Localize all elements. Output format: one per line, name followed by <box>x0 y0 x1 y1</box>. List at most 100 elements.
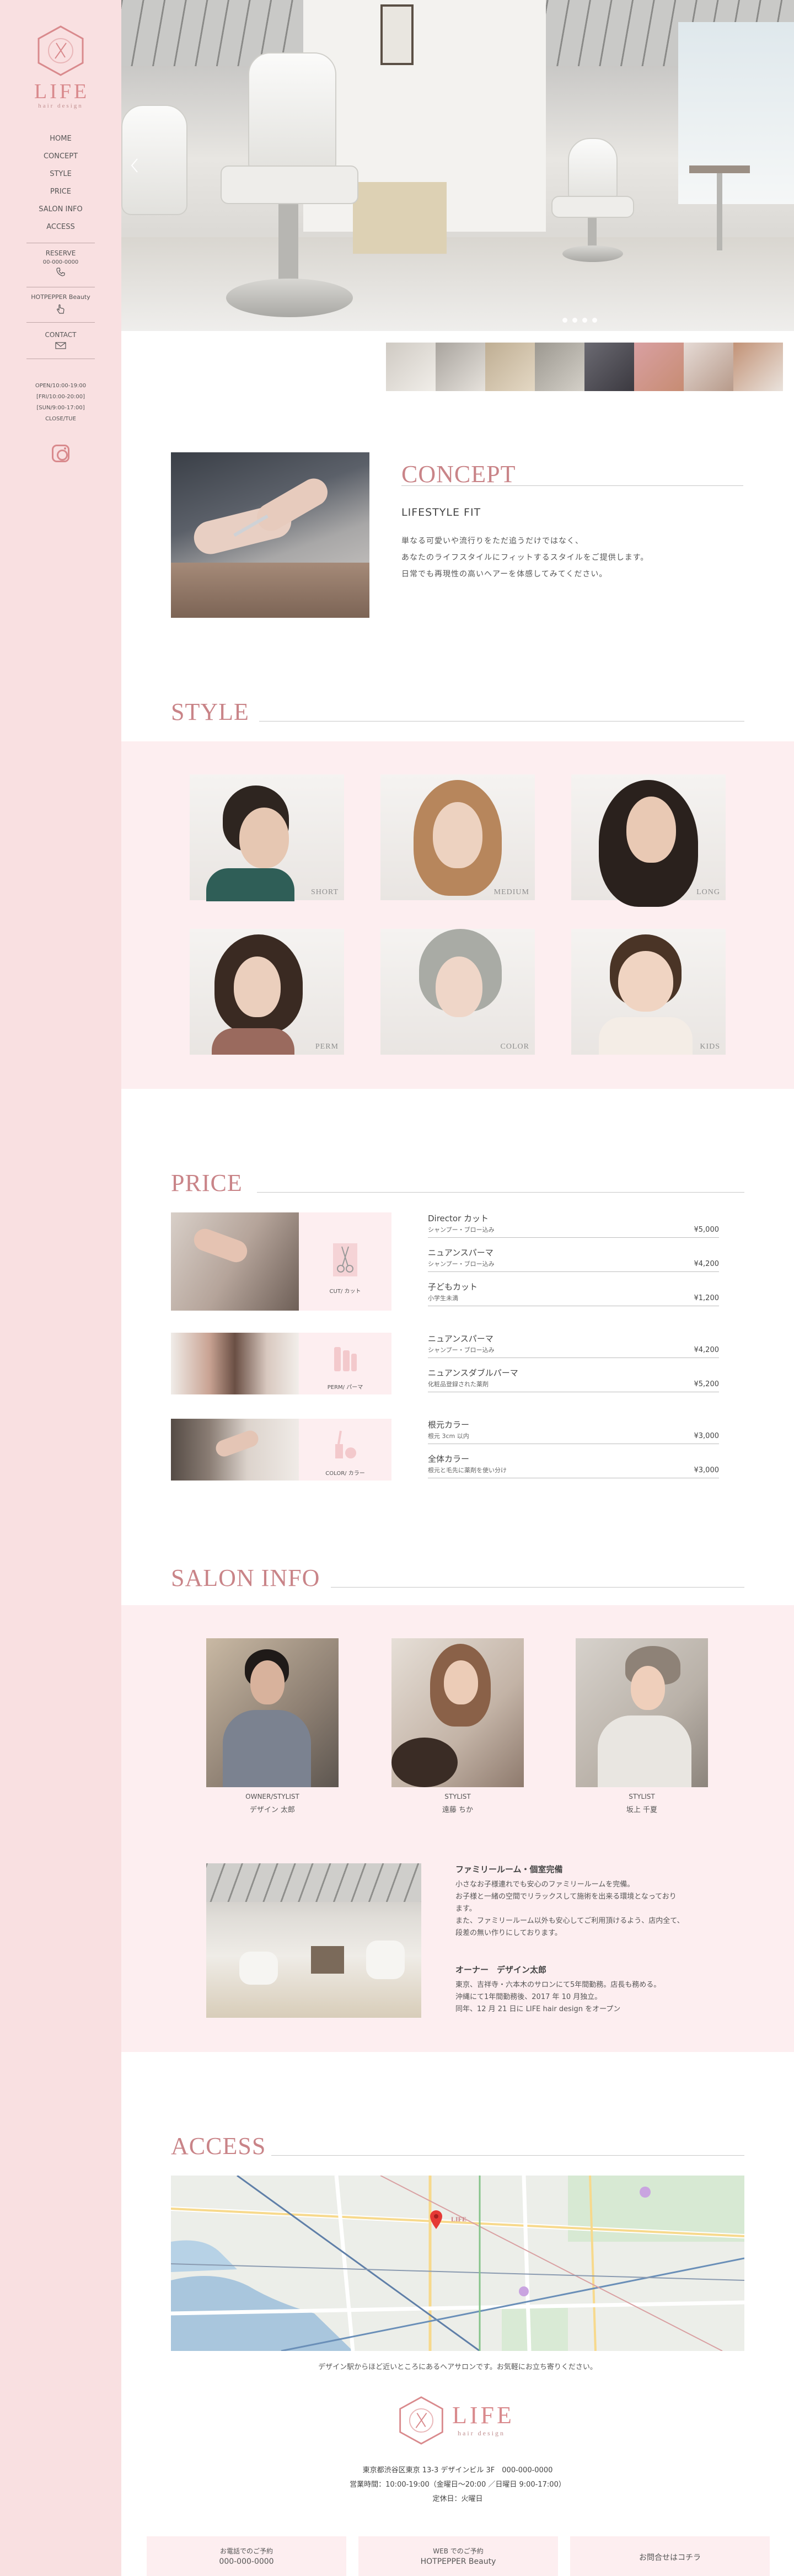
thumbnail[interactable] <box>485 343 535 391</box>
price-tag-cut: CUT/ カット <box>299 1212 391 1311</box>
staff-role: STYLIST <box>629 1793 655 1800</box>
logo-sub: hair design <box>38 103 83 109</box>
style-card-perm[interactable]: PERM <box>190 929 344 1055</box>
contact-button[interactable]: お問合せはコチラ <box>570 2536 770 2576</box>
price-color-image <box>171 1419 299 1481</box>
thumbnail[interactable] <box>535 343 584 391</box>
salon-interior-image <box>206 1863 421 2018</box>
hero-cabinet <box>353 182 447 254</box>
thumbnail[interactable] <box>584 343 634 391</box>
interior-ceiling <box>206 1863 421 1902</box>
price-item-price: ¥4,200 <box>694 1260 720 1268</box>
slider-dot[interactable] <box>582 318 587 323</box>
style-title: STYLE <box>171 698 249 725</box>
interior-stool <box>311 1946 344 1974</box>
hero-frame <box>380 4 414 65</box>
thumbnail[interactable] <box>733 343 783 391</box>
instagram-icon[interactable] <box>52 445 69 462</box>
style-face <box>239 808 289 868</box>
style-card-short[interactable]: SHORT <box>190 774 344 901</box>
phone-reserve-button[interactable]: お電話でのご予約 000-000-0000 <box>147 2536 346 2576</box>
price-item-name: 根元カラー <box>428 1420 470 1430</box>
room-line: 段差の無い作りにしております。 <box>455 1929 562 1937</box>
divider <box>271 2155 744 2156</box>
web-reserve-button[interactable]: WEB でのご予約 HOTPEPPER Beauty <box>358 2536 558 2576</box>
hero-chair <box>248 52 336 174</box>
style-label: COLOR <box>500 1043 529 1051</box>
concept-hair <box>171 563 369 618</box>
staff-photo-stylist-2 <box>576 1638 708 1787</box>
price-item-desc: シャンプー・ブロー込み <box>428 1260 495 1268</box>
concept-line: 単なる可愛いや流行りをただ追うだけではなく、 <box>401 537 583 546</box>
concept-title: CONCEPT <box>401 461 516 488</box>
slider-dot[interactable] <box>592 318 597 323</box>
concept-line: あなたのライフスタイルにフィットするスタイルをご提供します。 <box>401 553 649 562</box>
price-tag-label: COLOR/ カラー <box>325 1471 365 1477</box>
owner-line: 沖縄にて1年間勤務後、2017 年 10 月独立。 <box>455 1993 602 2001</box>
hero-chair-far-base <box>562 245 623 262</box>
style-card-medium[interactable]: MEDIUM <box>380 774 535 900</box>
slider-dot[interactable] <box>562 318 567 323</box>
style-card-color[interactable]: COLOR <box>380 929 535 1055</box>
room-text: 小さなお子様連れでも安心のファミリールームを完備。 お子様と一緒の空間でリラック… <box>455 1879 684 1939</box>
style-label: LONG <box>696 888 720 896</box>
staff-photo-stylist-1 <box>391 1638 524 1787</box>
concept-hand <box>251 473 333 536</box>
style-label: MEDIUM <box>493 888 529 896</box>
style-clothes <box>212 1028 294 1055</box>
style-clothes <box>599 1017 693 1055</box>
hours-line: [FRI/10:00-20:00] <box>36 394 85 400</box>
nav-concept[interactable]: CONCEPT <box>0 148 121 165</box>
style-card-long[interactable]: LONG <box>571 774 726 907</box>
hero-chair-pole <box>278 204 298 287</box>
thumbnail[interactable] <box>386 343 436 391</box>
nav-home[interactable]: HOME <box>0 130 121 148</box>
interior-chair <box>239 1952 278 1985</box>
price-tag-label: PERM/ パーマ <box>327 1385 363 1391</box>
style-card-kids[interactable]: KIDS <box>571 929 726 1055</box>
price-perm-image <box>171 1333 299 1394</box>
footer-buttons: お電話でのご予約 000-000-0000 WEB でのご予約 HOTPEPPE… <box>143 2536 783 2576</box>
map-pin-label: LIFE <box>451 2215 467 2223</box>
slider-prev-icon[interactable] <box>130 158 139 173</box>
hero-chair-far <box>568 138 618 204</box>
contact-block[interactable]: CONTACT <box>26 331 95 354</box>
price-item-desc: シャンプー・ブロー込み <box>428 1226 495 1233</box>
price-item-name: ニュアンスパーマ <box>428 1334 493 1344</box>
footer-address: 東京都渋谷区東京 13-3 デザインビル 3F 000-000-0000 <box>362 2466 553 2475</box>
logo[interactable]: LIFE hair design <box>34 24 87 109</box>
price-item-price: ¥5,200 <box>694 1380 720 1388</box>
price-item-desc: 根元と毛先に薬剤を使い分け <box>428 1467 507 1474</box>
price-item-name: 子どもカット <box>428 1282 478 1292</box>
price-item: 根元カラー 根元 3cm 以内 ¥3,000 <box>428 1419 719 1444</box>
map-pin-icon[interactable] <box>429 2210 443 2230</box>
style-face <box>436 956 482 1017</box>
reserve-phone: 00-000-0000 <box>42 259 79 265</box>
footer-logo[interactable]: LIFE hair design <box>396 2395 523 2450</box>
slider-dot[interactable] <box>572 318 577 323</box>
nav-style[interactable]: STYLE <box>0 165 121 183</box>
price-item-name: Director カット <box>428 1214 489 1223</box>
nav-access[interactable]: ACCESS <box>0 218 121 236</box>
access-title: ACCESS <box>171 2133 266 2160</box>
hotpepper-block[interactable]: HOTPEPPER Beauty <box>26 293 95 318</box>
reserve-block[interactable]: RESERVE 00-000-0000 <box>26 249 95 282</box>
thumbnail[interactable] <box>684 343 733 391</box>
thumbnail[interactable] <box>634 343 684 391</box>
hotpepper-label: HOTPEPPER Beauty <box>31 293 90 301</box>
style-face <box>618 951 673 1012</box>
button-label: お問合せはコチラ <box>639 2553 701 2562</box>
thumbnail[interactable] <box>436 343 485 391</box>
staff-face <box>250 1660 285 1704</box>
price-item-price: ¥3,000 <box>694 1466 720 1474</box>
interior-chair <box>366 1941 405 1979</box>
price-hand <box>213 1428 261 1459</box>
logo-brand: LIFE <box>34 80 90 103</box>
style-label: KIDS <box>700 1043 720 1051</box>
nav-salon-info[interactable]: SALON INFO <box>0 201 121 218</box>
access-map[interactable]: LIFE <box>171 2176 744 2351</box>
concept-image <box>171 452 369 618</box>
nav-price[interactable]: PRICE <box>0 183 121 201</box>
slider-dots[interactable] <box>562 314 602 325</box>
hero-slider[interactable] <box>121 0 794 331</box>
